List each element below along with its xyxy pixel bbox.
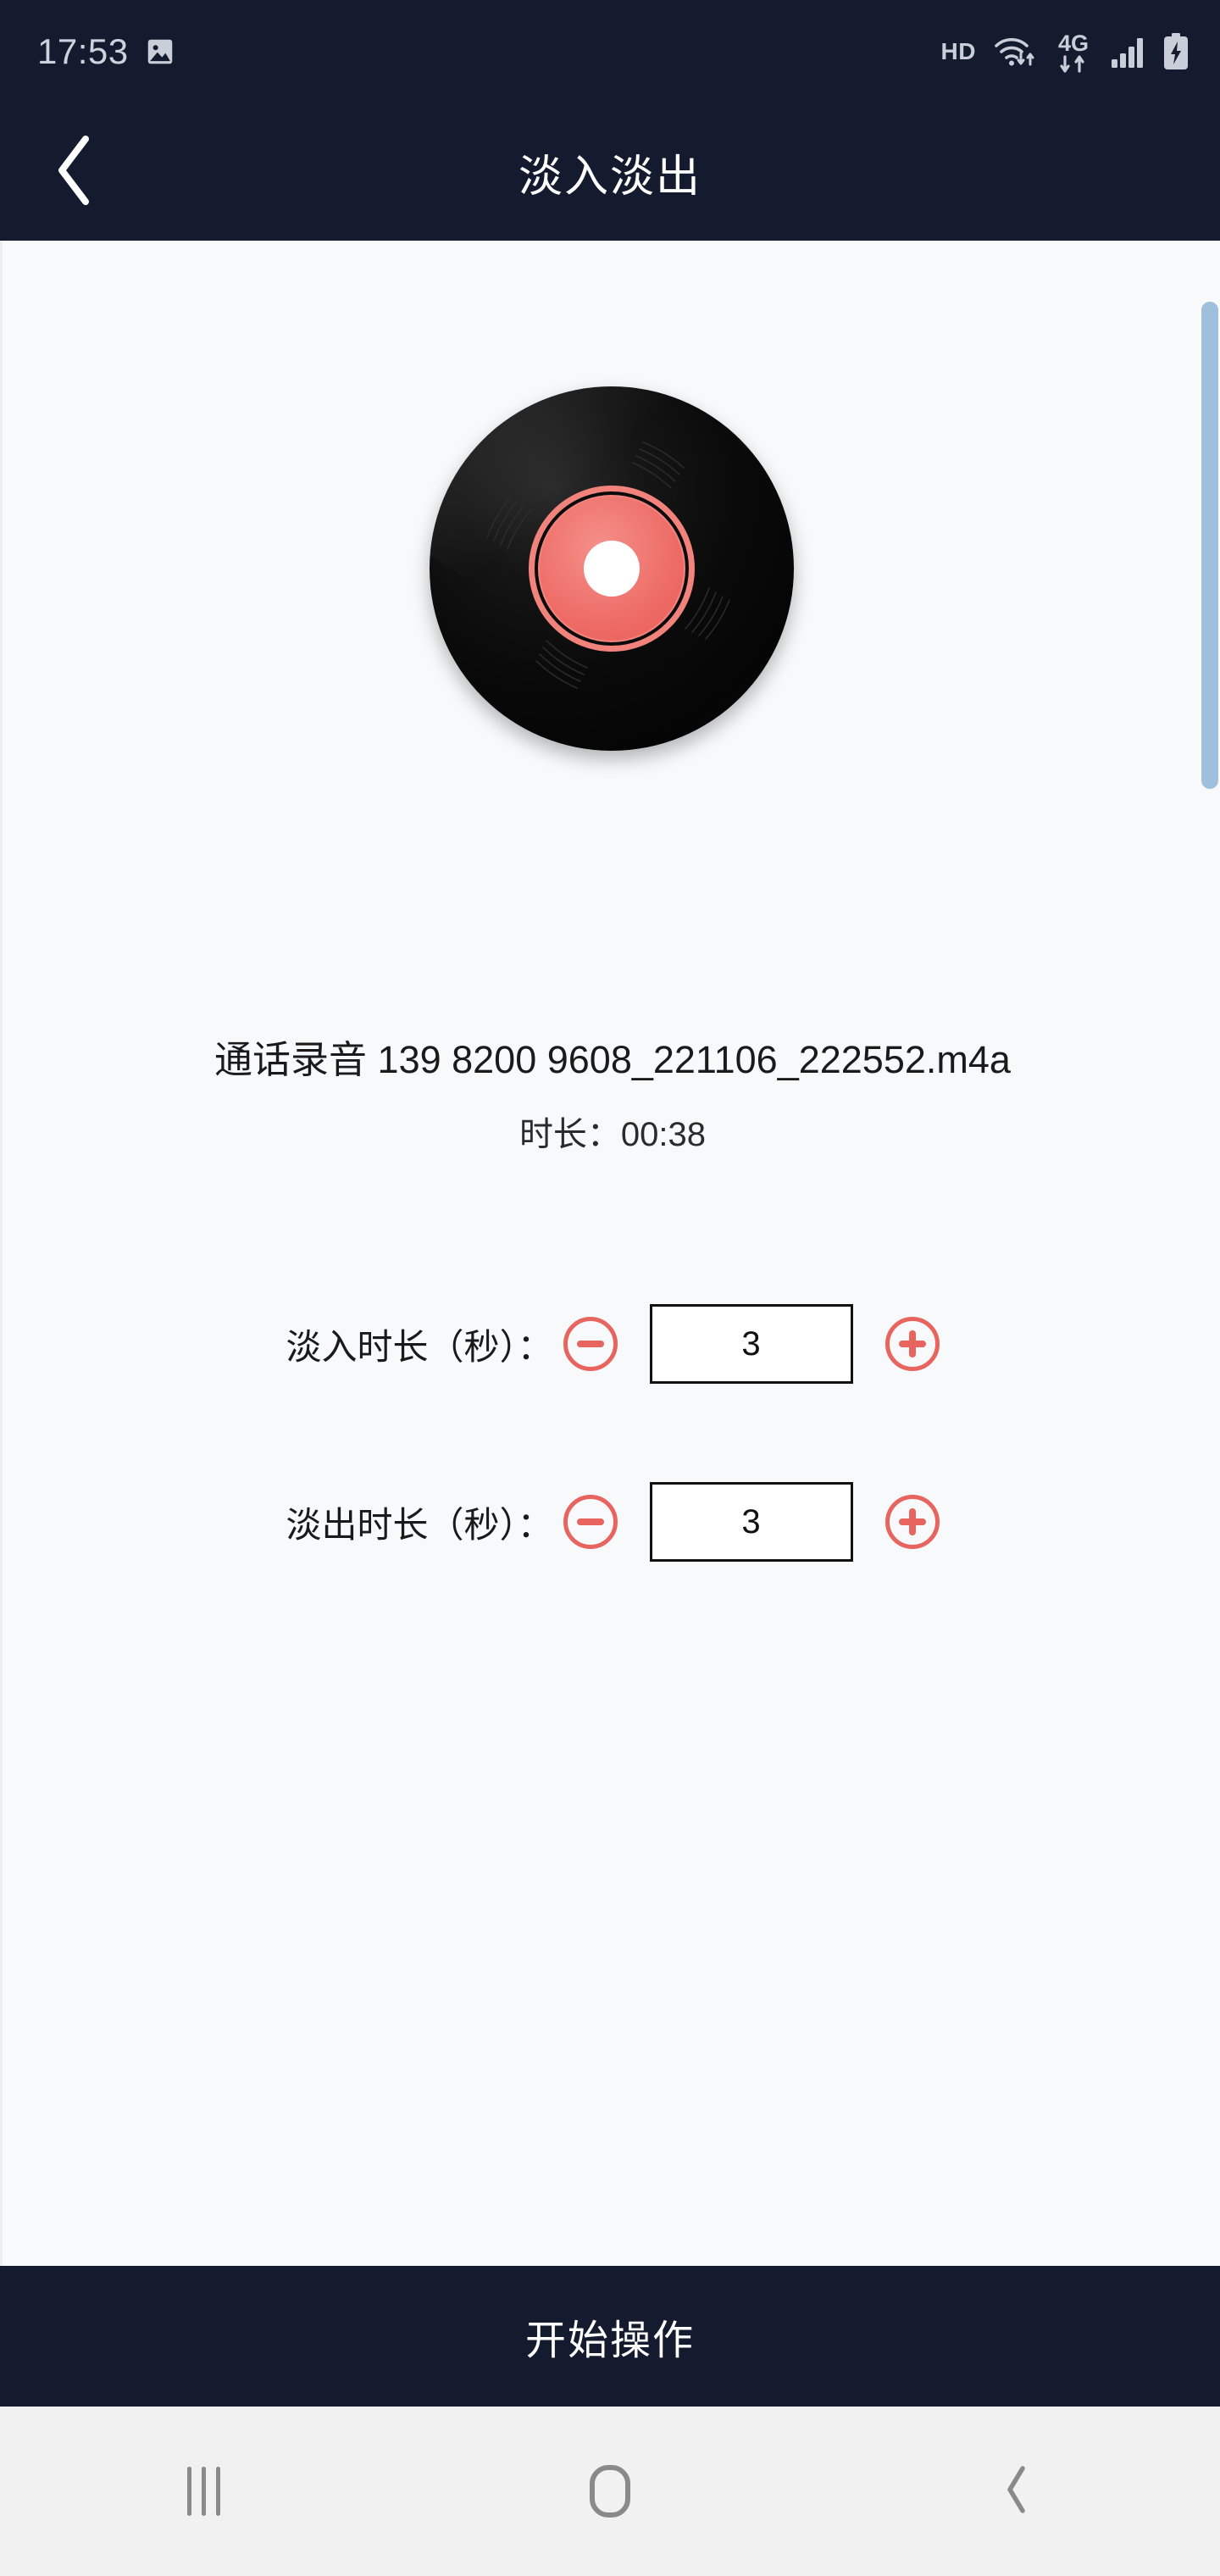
fade-in-label: 淡入时长（秒）： (286, 1326, 553, 1367)
hd-icon: HD (940, 38, 976, 64)
nav-home-button[interactable] (525, 2423, 695, 2559)
record-disc (429, 386, 794, 751)
status-bar-right: HD 4G (941, 31, 1190, 74)
chevron-left-icon (52, 134, 97, 211)
status-bar: 17:53 HD 4G (0, 0, 1220, 103)
fade-in-decrement-button[interactable] (563, 1317, 618, 1371)
file-name: 通话录音 139 8200 9608_221106_222552.m4a (214, 1038, 1011, 1081)
start-operation-button[interactable]: 开始操作 (0, 2266, 1220, 2407)
fade-out-increment-button[interactable] (884, 1495, 940, 1549)
network-type-label: 4G (1057, 30, 1090, 56)
phone-screen: 17:53 HD 4G 淡入淡出 通话录音 139 8200 9608_2211… (0, 0, 1220, 2576)
start-operation-label: 开始操作 (524, 2318, 695, 2363)
content-area: 通话录音 139 8200 9608_221106_222552.m4a 时长：… (0, 241, 1220, 2266)
recents-icon (186, 2467, 220, 2516)
battery-charging-icon (1162, 33, 1190, 70)
nav-recents-button[interactable] (119, 2423, 288, 2559)
clock: 17:53 (37, 31, 129, 71)
record-center-hole (583, 541, 640, 597)
file-duration: 时长：00:38 (518, 1116, 707, 1153)
app-header: 淡入淡出 (0, 103, 1220, 241)
chevron-left-icon (1002, 2464, 1031, 2519)
image-icon (144, 36, 176, 68)
fade-in-duration-input[interactable] (649, 1304, 853, 1384)
fade-in-increment-button[interactable] (884, 1317, 940, 1371)
scrollbar[interactable] (1201, 241, 1220, 2266)
nav-back-button[interactable] (932, 2423, 1101, 2559)
mobile-data-icon: 4G (1054, 31, 1093, 74)
home-icon (590, 2465, 630, 2518)
wifi-icon (993, 35, 1037, 69)
status-bar-left: 17:53 (37, 34, 176, 69)
scrollbar-thumb[interactable] (1201, 302, 1218, 789)
signal-bars-icon (1110, 35, 1145, 69)
fade-out-duration-input[interactable] (649, 1482, 853, 1562)
vinyl-record-icon (429, 386, 794, 751)
fade-out-decrement-button[interactable] (563, 1495, 618, 1549)
back-button[interactable] (34, 131, 115, 213)
fade-out-label: 淡出时长（秒）： (286, 1504, 553, 1545)
android-nav-bar (0, 2407, 1220, 2576)
page-title: 淡入淡出 (518, 152, 702, 202)
fade-in-row: 淡入时长（秒）： (3, 1300, 1220, 1388)
fade-out-row: 淡出时长（秒）： (3, 1478, 1220, 1566)
